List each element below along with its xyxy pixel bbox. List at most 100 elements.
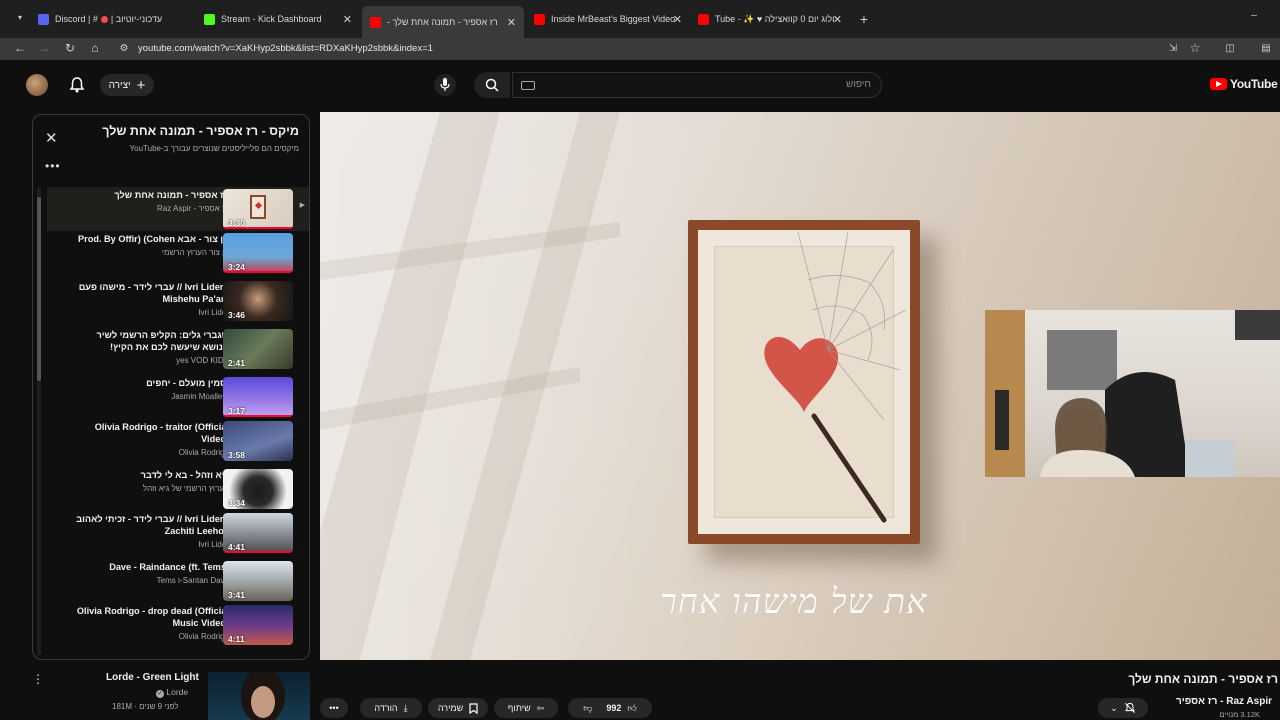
sidebar-toggle-icon[interactable]: ▤ <box>1258 43 1274 54</box>
playlist-item-thumbnail[interactable]: 3:46 <box>223 281 293 321</box>
playlist-item-title: רז אספיר - תמונה אחת שלך <box>114 190 229 200</box>
subscribed-notifications-button[interactable]: ⌄ <box>1098 698 1148 718</box>
watch-progress-bar <box>223 551 293 553</box>
watch-progress-bar <box>223 415 293 417</box>
playlist-item-thumbnail[interactable]: 2:41 <box>223 329 293 369</box>
address-bar-url[interactable]: youtube.com/watch?v=XaKHyp2sbbk&list=RDX… <box>138 43 433 54</box>
home-icon[interactable]: ⌂ <box>87 41 103 55</box>
heart-and-cracks-art <box>764 231 907 523</box>
bookmark-star-icon[interactable]: ☆ <box>1187 41 1203 55</box>
close-tab-icon[interactable]: ✕ <box>833 13 842 26</box>
related-video-meta: 181M · לפני 9 שנים <box>112 702 179 711</box>
browser-tab-strip: ▾ Discord | # | עדכוני-יוטיוב Stream - K… <box>0 0 1280 38</box>
playlist-item[interactable]: שגברי גלים: הקליפ הרשמי לשיר הנושא שיעשה… <box>47 327 309 371</box>
user-avatar[interactable] <box>26 74 48 96</box>
playlist-scrollbar-thumb[interactable] <box>37 197 41 381</box>
minimize-window-icon[interactable]: – <box>1246 10 1262 21</box>
youtube-logo[interactable]: YouTube <box>1210 77 1278 91</box>
playlist-item-channel: Jasmin Moallem <box>171 392 229 401</box>
playlist-item[interactable]: יסמין מועלם - יחפים Jasmin Moallem 3:17 <box>47 375 309 419</box>
playlist-item-thumbnail[interactable]: 4:11 <box>223 605 293 645</box>
playlist-item-thumbnail[interactable]: 3:41 <box>223 561 293 601</box>
playlist-item[interactable]: עברי לידר - מישהו פעם // Ivri Lider - Mi… <box>47 279 309 323</box>
voice-search-mic-icon[interactable] <box>434 74 456 96</box>
browser-toolbar: ← → ↻ ⌂ ⚙ youtube.com/watch?v=XaKHyp2sbb… <box>0 38 1280 60</box>
playlist-item[interactable]: Olivia Rodrigo - drop dead (Official Mus… <box>47 603 309 647</box>
back-arrow-icon[interactable]: ← <box>12 41 28 55</box>
tab-list-chevron-icon[interactable]: ▾ <box>12 13 28 22</box>
playlist-item-title: שגברי גלים: הקליפ הרשמי לשיר הנושא שיעשה… <box>96 330 229 352</box>
playlist-item[interactable]: גיא וזהל - בא לי לדבר הערוץ הרשמי של גיא… <box>47 467 309 511</box>
playlist-item[interactable]: Dave - Raindance (ft. Tems) Tems ו-Santa… <box>47 559 309 603</box>
search-placeholder: חיפוש <box>846 79 871 90</box>
save-button[interactable]: שמירה <box>428 698 488 718</box>
forward-arrow-icon[interactable]: → <box>36 41 52 55</box>
like-icon[interactable]: 👍︎ <box>627 703 636 714</box>
playlist-item-title: Olivia Rodrigo - drop dead (Official Mus… <box>76 606 229 628</box>
share-arrow-icon: ⇦ <box>536 702 545 713</box>
search-input[interactable]: חיפוש <box>512 72 882 98</box>
keyboard-icon[interactable] <box>521 81 535 90</box>
playlist-item-meta: רז אספיר - תמונה אחת שלך Raz Aspir - רז … <box>69 189 229 214</box>
search-button[interactable] <box>474 72 510 98</box>
playlist-item-meta: Olivia Rodrigo - traitor (Official Video… <box>69 421 229 458</box>
close-playlist-icon[interactable]: ✕ <box>45 129 58 147</box>
close-tab-icon[interactable]: ✕ <box>343 13 352 26</box>
reload-icon[interactable]: ↻ <box>62 41 78 55</box>
playlist-more-options-icon[interactable]: ••• <box>45 159 61 173</box>
more-actions-button[interactable]: ••• <box>320 698 348 718</box>
browser-tab-vlog[interactable]: ולוג יום 0 קוואצילה ♥ ✨ - Tube ✕ <box>690 6 850 32</box>
playlist-item-channel: Raz Aspir - רז אספיר <box>156 204 229 213</box>
playlist-item-channel: Tems ו-Santan Dave <box>156 576 229 585</box>
browser-tab-active[interactable]: רז אספיר - תמונה אחת שלך - ✕ <box>362 6 524 38</box>
duration-badge: 4:11 <box>228 634 245 644</box>
playlist-item[interactable]: Olivia Rodrigo - traitor (Official Video… <box>47 419 309 463</box>
playlist-item[interactable]: בן צור - אבא Prod. By Offir) (Cohen בן צ… <box>47 231 309 275</box>
related-video-title[interactable]: Lorde - Green Light <box>106 672 199 683</box>
playlist-item-channel: Ivri Lider <box>198 540 229 549</box>
site-info-icon[interactable]: ⚙ <box>116 43 132 54</box>
install-app-icon[interactable]: ⇲ <box>1165 43 1181 54</box>
duration-badge: 3:34 <box>228 498 246 508</box>
now-playing-indicator-icon: ▶ <box>299 202 305 209</box>
playlist-item-thumbnail[interactable]: 3:24 <box>223 233 293 273</box>
extensions-icon[interactable]: ◫ <box>1222 43 1238 54</box>
duration-badge: 3:41 <box>228 590 246 600</box>
download-button[interactable]: הורדה ⤓ <box>360 698 422 718</box>
browser-tab-kick[interactable]: Stream - Kick Dashboard ✕ <box>196 6 360 32</box>
channel-name[interactable]: Raz Aspir - רז אספיר <box>1176 696 1272 707</box>
playlist-item-channel: Olivia Rodrigo <box>178 448 229 457</box>
playlist-item[interactable]: עברי לידר - זכיתי לאהוב // Ivri Lider - … <box>47 511 309 555</box>
create-button[interactable]: יצירה + <box>100 74 154 96</box>
notifications-bell-icon[interactable] <box>68 76 86 94</box>
webcam-scene-art <box>985 310 1280 477</box>
save-label: שמירה <box>437 703 464 713</box>
verified-check-icon: ✓ <box>156 690 164 698</box>
playlist-item-meta: Dave - Raindance (ft. Tems) Tems ו-Santa… <box>69 561 229 586</box>
playlist-item-thumbnail[interactable]: 3:17 <box>223 377 293 417</box>
playlist-item-thumbnail[interactable]: 4:41 <box>223 513 293 553</box>
playlist-item[interactable]: רז אספיר - תמונה אחת שלך Raz Aspir - רז … <box>47 187 309 231</box>
browser-tab-mrbeast[interactable]: Inside MrBeast's Biggest Video ✕ <box>526 6 690 32</box>
new-tab-plus-icon[interactable]: + <box>856 11 872 27</box>
related-more-options-icon[interactable]: ⋮ <box>32 672 45 686</box>
playlist-item-thumbnail[interactable]: 3:30 <box>223 189 293 229</box>
related-video-thumbnail[interactable] <box>208 672 310 720</box>
close-tab-icon[interactable]: ✕ <box>507 16 516 29</box>
share-button[interactable]: שיתוף ⇦ <box>494 698 558 718</box>
search-icon <box>485 78 499 92</box>
playlist-item-meta: עברי לידר - זכיתי לאהוב // Ivri Lider - … <box>69 513 229 550</box>
browser-tab-discord[interactable]: Discord | # | עדכוני-יוטיוב <box>30 6 196 32</box>
close-tab-icon[interactable]: ✕ <box>673 13 682 26</box>
dislike-icon[interactable]: 👎︎ <box>583 703 592 714</box>
duration-badge: 2:41 <box>228 358 246 368</box>
like-dislike-group: 👎︎ 992 👍︎ <box>568 698 652 718</box>
playlist-item-channel: הערוץ הרשמי של גיא וזהל <box>142 484 229 493</box>
related-video-channel: ✓ Lorde <box>156 687 188 698</box>
playlist-item-thumbnail[interactable]: 3:58 <box>223 421 293 461</box>
playlist-item-title: בן צור - אבא Prod. By Offir) (Cohen <box>78 234 229 244</box>
playlist-item-title: Olivia Rodrigo - traitor (Official Video… <box>94 422 229 444</box>
playlist-item-thumbnail[interactable]: 3:34 <box>223 469 293 509</box>
youtube-logo-text: YouTube <box>1230 77 1278 91</box>
kick-favicon-icon <box>204 13 215 25</box>
